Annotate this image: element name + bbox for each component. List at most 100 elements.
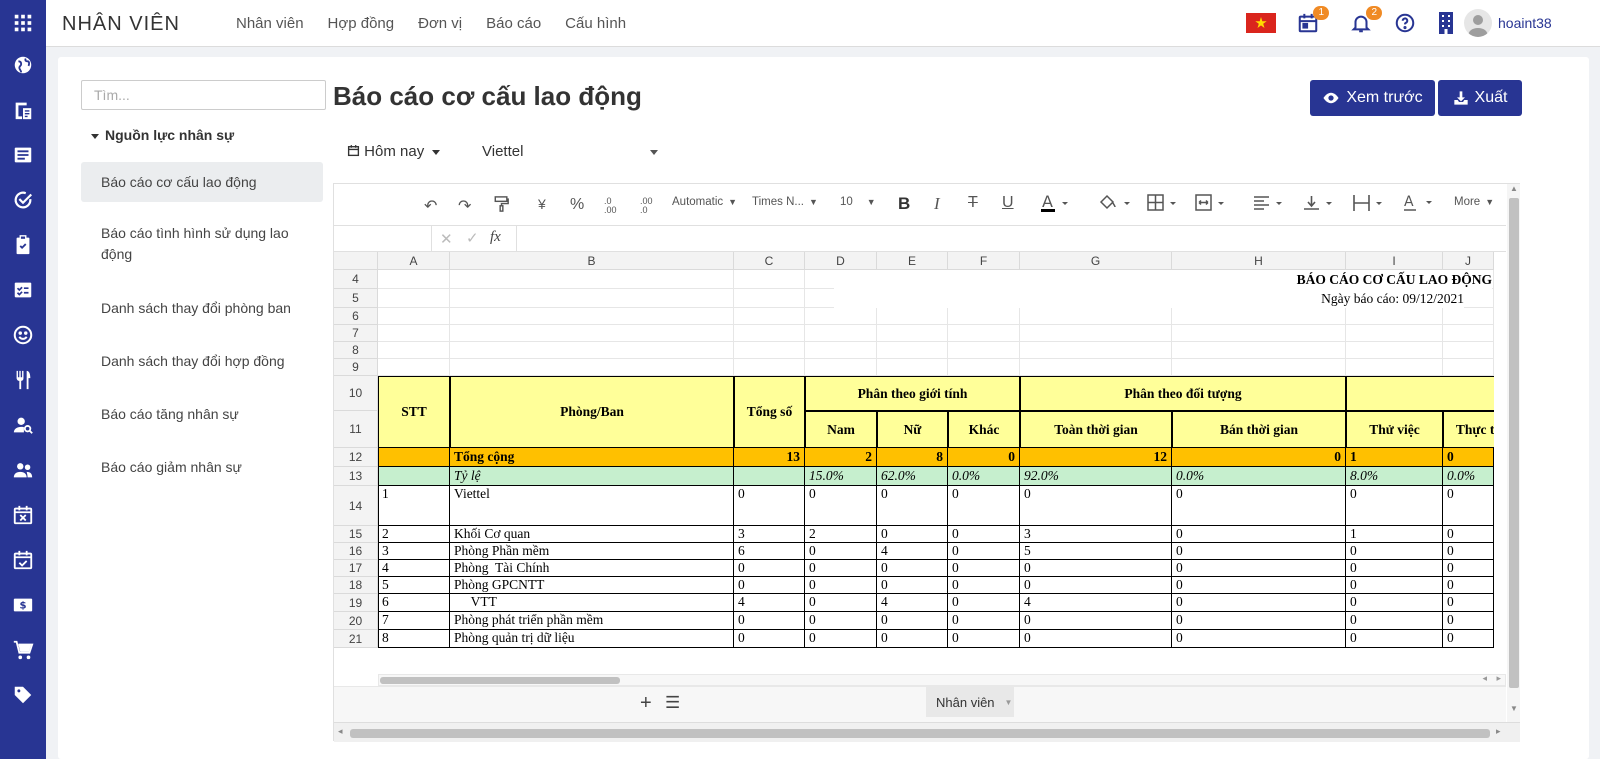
format-painter-icon[interactable] (494, 196, 509, 212)
table-row-value[interactable]: 0 (1346, 612, 1443, 630)
table-row-value[interactable]: 0 (1020, 486, 1172, 526)
empty-cell[interactable] (450, 308, 734, 325)
table-row-value[interactable]: 0 (805, 594, 877, 612)
globe-icon[interactable] (8, 50, 38, 80)
table-row-value[interactable]: 0 (805, 486, 877, 526)
table-row-value[interactable]: 0 (1172, 486, 1346, 526)
table-row-value[interactable]: 0 (877, 612, 948, 630)
borders-icon[interactable] (1146, 193, 1180, 213)
row-header-6[interactable]: 6 (334, 308, 378, 325)
table-row-value[interactable]: 0 (1443, 612, 1494, 630)
empty-cell[interactable] (948, 342, 1020, 359)
table-row-value[interactable]: 0 (1020, 612, 1172, 630)
empty-cell[interactable] (877, 359, 948, 376)
table-row-value[interactable]: 0 (1020, 560, 1172, 577)
empty-cell[interactable] (1346, 308, 1443, 325)
empty-cell[interactable] (734, 359, 805, 376)
vertical-align-icon[interactable] (1302, 193, 1336, 213)
column-header-h[interactable]: H (1172, 252, 1346, 270)
font-family-dropdown[interactable]: Times N... ▼ (752, 196, 818, 208)
column-header-d[interactable]: D (805, 252, 877, 270)
table-row-name[interactable]: VTT (450, 594, 734, 612)
sidebar-item-giam-nhan-su[interactable]: Báo cáo giảm nhân sự (81, 457, 323, 478)
table-row-value[interactable]: 0 (805, 543, 877, 560)
table-row-value[interactable]: 0 (1346, 594, 1443, 612)
empty-cell[interactable] (1172, 359, 1346, 376)
column-header-g[interactable]: G (1020, 252, 1172, 270)
table-row-value[interactable]: 0 (1443, 630, 1494, 648)
row-header-17[interactable]: 17 (334, 560, 378, 577)
empty-cell[interactable] (1172, 308, 1346, 325)
ratio-row-value[interactable]: 0.0% (1172, 467, 1346, 486)
table-row-name[interactable]: Phòng phát triển phần mềm (450, 612, 734, 630)
table-row-value[interactable]: 0 (1346, 577, 1443, 594)
table-row-name[interactable]: Viettel (450, 486, 734, 526)
table-row-value[interactable]: 0 (1172, 630, 1346, 648)
table-row-value[interactable]: 0 (877, 560, 948, 577)
sidebar-item-thay-doi-phong-ban[interactable]: Danh sách thay đổi phòng ban (81, 298, 323, 319)
page-scroll-thumb[interactable] (350, 729, 1490, 738)
clipboard-icon[interactable] (8, 230, 38, 260)
select-all-corner[interactable] (334, 252, 378, 270)
empty-cell[interactable] (1443, 325, 1494, 342)
cancel-formula-icon[interactable]: ✕ (440, 230, 453, 248)
ratio-row-value[interactable]: 8.0% (1346, 467, 1443, 486)
row-header-4[interactable]: 4 (334, 270, 378, 289)
ratio-row-value[interactable] (734, 467, 805, 486)
table-row-name[interactable]: Phòng Phần mềm (450, 543, 734, 560)
empty-cell[interactable] (877, 342, 948, 359)
column-header-c[interactable]: C (734, 252, 805, 270)
empty-cell[interactable] (734, 342, 805, 359)
column-header-b[interactable]: B (450, 252, 734, 270)
text-color-icon[interactable]: A (1040, 192, 1070, 214)
table-row-value[interactable]: 0 (805, 560, 877, 577)
people-icon[interactable] (8, 455, 38, 485)
number-format-dropdown[interactable]: Automatic ▼ (672, 196, 737, 208)
table-row-value[interactable]: 0 (948, 543, 1020, 560)
table-row-value[interactable]: 0 (948, 612, 1020, 630)
table-row-value[interactable]: 1 (1346, 526, 1443, 543)
empty-cell[interactable] (1443, 359, 1494, 376)
row-header-18[interactable]: 18 (334, 577, 378, 594)
check-circle-icon[interactable] (8, 185, 38, 215)
table-row-value[interactable]: 0 (1172, 543, 1346, 560)
table-row-stt[interactable]: 3 (378, 543, 450, 560)
apps-grid-icon[interactable] (8, 8, 38, 38)
fill-color-icon[interactable] (1098, 193, 1132, 213)
help-icon[interactable] (1394, 12, 1416, 34)
empty-cell[interactable] (450, 289, 734, 308)
empty-cell[interactable] (734, 270, 805, 289)
nav-cau-hinh[interactable]: Cấu hình (565, 15, 626, 32)
empty-cell[interactable] (1020, 359, 1172, 376)
table-row-stt[interactable]: 2 (378, 526, 450, 543)
empty-cell[interactable] (1443, 342, 1494, 359)
table-row-value[interactable]: 4 (877, 594, 948, 612)
column-header-j[interactable]: J (1443, 252, 1494, 270)
total-row-value[interactable]: 8 (877, 448, 948, 467)
table-row-value[interactable]: 0 (877, 526, 948, 543)
empty-cell[interactable] (1346, 325, 1443, 342)
total-row-value[interactable]: 0 (1172, 448, 1346, 467)
strikethrough-button[interactable]: T (968, 194, 978, 212)
page-scroll-left-icon[interactable]: ◂ (338, 726, 343, 737)
table-row-name[interactable]: Phòng Tài Chính (450, 560, 734, 577)
table-row-value[interactable]: 0 (734, 630, 805, 648)
table-row-value[interactable]: 2 (805, 526, 877, 543)
table-row-value[interactable]: 0 (877, 577, 948, 594)
row-header-9[interactable]: 9 (334, 359, 378, 376)
table-row-value[interactable]: 0 (1443, 486, 1494, 526)
table-row-value[interactable]: 0 (877, 486, 948, 526)
sheet-list-icon[interactable]: ☰ (665, 693, 680, 713)
empty-cell[interactable] (1020, 325, 1172, 342)
row-header-13[interactable]: 13 (334, 467, 378, 486)
row-header-19[interactable]: 19 (334, 594, 378, 612)
name-box[interactable] (334, 226, 432, 251)
table-row-value[interactable]: 0 (948, 594, 1020, 612)
restaurant-icon[interactable] (8, 365, 38, 395)
empty-cell[interactable] (1020, 308, 1172, 325)
empty-cell[interactable] (877, 308, 948, 325)
table-row-value[interactable]: 0 (948, 577, 1020, 594)
table-row-value[interactable]: 0 (1346, 543, 1443, 560)
preview-button[interactable]: Xem trước (1310, 80, 1435, 116)
empty-cell[interactable] (1443, 308, 1494, 325)
